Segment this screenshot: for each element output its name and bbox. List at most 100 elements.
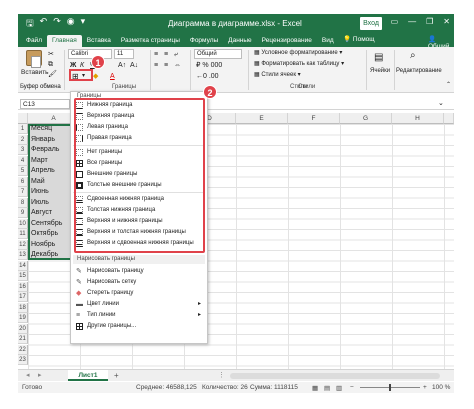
paste-button[interactable]: Вставить xyxy=(21,68,49,77)
sheet-tab-list1[interactable]: Лист1 xyxy=(68,370,108,381)
tab-file[interactable]: Файл xyxy=(21,35,47,47)
row-header[interactable]: 20 xyxy=(18,323,28,334)
menu-item-draw-border[interactable]: ✎ Нарисовать границу xyxy=(73,266,205,277)
column-header[interactable]: F xyxy=(288,113,340,124)
month-cell[interactable]: Август xyxy=(29,208,52,218)
tab-home[interactable]: Главная xyxy=(46,35,82,47)
select-all-corner[interactable] xyxy=(18,113,28,124)
search-icon[interactable]: ⌕ xyxy=(410,51,416,61)
cells-icon[interactable]: ▤ xyxy=(374,53,383,63)
customize-qat-icon[interactable]: ▾ xyxy=(81,16,86,32)
horizontal-scrollbar[interactable] xyxy=(230,373,440,379)
month-header-cell[interactable]: Месяц xyxy=(29,124,52,134)
row-header[interactable]: 21 xyxy=(18,334,28,344)
paste-icon[interactable] xyxy=(26,50,42,68)
ribbon-display-icon[interactable]: ▭ xyxy=(391,17,399,26)
align-top-icon[interactable]: ≡ xyxy=(154,50,158,59)
close-button[interactable]: ✕ xyxy=(443,17,450,26)
copy-icon[interactable]: ⧉ xyxy=(48,60,53,69)
cut-icon[interactable]: ✂ xyxy=(48,50,54,59)
row-header[interactable]: 23 xyxy=(18,355,28,365)
add-sheet-button[interactable]: + xyxy=(114,371,119,380)
menu-item-line-color[interactable]: ▬ Цвет линии ▸ xyxy=(73,299,205,310)
tab-formulas[interactable]: Формулы xyxy=(185,35,223,47)
camera-icon[interactable]: ◉ xyxy=(67,16,75,32)
month-cell[interactable]: Май xyxy=(29,177,45,187)
redo-icon[interactable]: ↷ xyxy=(53,16,61,32)
sheet-prev-icon[interactable]: ◂ xyxy=(26,371,30,379)
column-header[interactable]: H xyxy=(392,113,444,124)
menu-item-draw-grid[interactable]: ✎ Нарисовать сетку xyxy=(73,277,205,288)
tab-page-layout[interactable]: Разметка страницы xyxy=(116,35,185,47)
row-header[interactable]: 15 xyxy=(18,271,28,281)
row-header[interactable]: 4 xyxy=(18,155,28,166)
row-header[interactable]: 7 xyxy=(18,187,28,197)
month-cell[interactable]: Апрель xyxy=(29,166,55,176)
month-cell[interactable]: Ноябрь xyxy=(29,240,55,250)
minimize-button[interactable]: — xyxy=(408,17,416,26)
row-header[interactable]: 12 xyxy=(18,239,28,250)
row-header[interactable]: 13 xyxy=(18,250,28,260)
editing-button[interactable]: Редактирование xyxy=(396,67,442,76)
row-header[interactable]: 1 xyxy=(18,124,28,134)
month-cell[interactable]: Декабрь xyxy=(29,250,58,260)
month-cell[interactable]: Март xyxy=(29,156,48,166)
normal-view-icon[interactable]: ▦ xyxy=(312,384,318,392)
zoom-in-icon[interactable]: + xyxy=(423,384,427,391)
cond-format-button[interactable]: ▦ Условное форматирование ▾ xyxy=(254,49,342,58)
zoom-slider-handle[interactable] xyxy=(389,384,391,391)
name-box[interactable]: C13 xyxy=(20,99,70,109)
menu-item-more-borders[interactable]: Другие границы... xyxy=(73,321,205,332)
sheet-options-icon[interactable]: ⋮ xyxy=(218,371,225,379)
fill-color-icon[interactable]: ◆ xyxy=(93,72,98,81)
currency-icon[interactable]: ₽ % 000 xyxy=(196,61,222,70)
sheet-next-icon[interactable]: ▸ xyxy=(38,371,42,379)
row-header[interactable]: 3 xyxy=(18,145,28,155)
merge-icon[interactable]: ⇔ xyxy=(174,61,181,70)
font-grow-icon[interactable]: A↑ xyxy=(118,61,126,70)
font-shrink-icon[interactable]: A↓ xyxy=(130,61,138,70)
menu-item-line-style[interactable]: ≡ Тип линии ▸ xyxy=(73,310,205,321)
cells-button[interactable]: Ячейки xyxy=(370,67,390,76)
collapse-ribbon-icon[interactable]: ⌃ xyxy=(446,81,451,90)
undo-icon[interactable]: ↶ xyxy=(40,16,48,32)
decimal-icon[interactable]: ←0 .00 xyxy=(196,72,219,81)
signin-button[interactable]: Вход xyxy=(360,17,382,30)
row-header[interactable]: 9 xyxy=(18,208,28,218)
save-icon[interactable]: 🖫 xyxy=(26,16,34,32)
column-header[interactable] xyxy=(444,113,454,124)
expand-formula-icon[interactable]: ⌄ xyxy=(438,99,444,107)
align-middle-icon[interactable]: ≡ xyxy=(164,50,168,59)
month-cell[interactable]: Июнь xyxy=(29,187,49,197)
tab-data[interactable]: Данные xyxy=(223,35,256,47)
row-header[interactable]: 5 xyxy=(18,166,28,176)
font-name-select[interactable]: Calibri xyxy=(68,49,112,59)
help-tab[interactable]: 💡 Помощ xyxy=(343,35,375,43)
row-header[interactable]: 17 xyxy=(18,292,28,302)
month-cell[interactable]: Июль xyxy=(29,198,49,208)
row-header[interactable]: 2 xyxy=(18,134,28,145)
row-header[interactable]: 16 xyxy=(18,281,28,292)
wrap-text-icon[interactable]: ⤶ xyxy=(174,50,178,59)
column-header[interactable]: E xyxy=(236,113,288,124)
page-layout-view-icon[interactable]: ▤ xyxy=(324,384,330,392)
align-center-icon[interactable]: ≡ xyxy=(164,61,168,70)
number-format-select[interactable]: Общий xyxy=(194,49,242,59)
format-table-button[interactable]: ▦ Форматировать как таблицу ▾ xyxy=(254,60,344,69)
zoom-out-icon[interactable]: − xyxy=(350,384,354,391)
row-header[interactable]: 8 xyxy=(18,197,28,208)
align-left-icon[interactable]: ≡ xyxy=(154,61,158,70)
zoom-level[interactable]: 100 % xyxy=(432,384,450,391)
column-header[interactable]: G xyxy=(340,113,392,124)
font-size-select[interactable]: 11 xyxy=(114,49,134,59)
row-header[interactable]: 14 xyxy=(18,260,28,271)
month-cell[interactable]: Февраль xyxy=(29,145,59,155)
row-header[interactable]: 10 xyxy=(18,218,28,229)
row-header[interactable]: 11 xyxy=(18,229,28,239)
format-painter-icon[interactable]: 🖌 xyxy=(48,70,57,79)
month-cell[interactable]: Октябрь xyxy=(29,229,58,239)
month-cell[interactable]: Сентябрь xyxy=(29,219,62,229)
row-header[interactable]: 18 xyxy=(18,302,28,313)
row-header[interactable]: 19 xyxy=(18,313,28,323)
menu-item-erase-border[interactable]: ◆ Стереть границу xyxy=(73,288,205,299)
